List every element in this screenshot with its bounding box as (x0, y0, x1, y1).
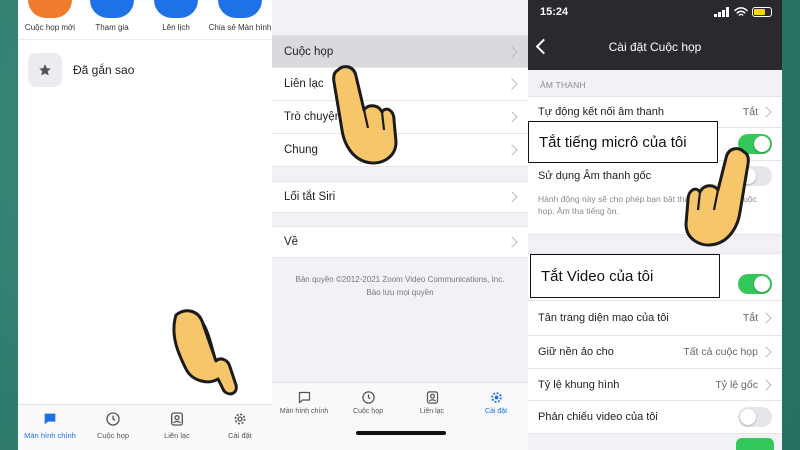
tab-settings[interactable]: Cài đặt (208, 411, 272, 440)
share-screen-label: Chia sẻ Màn hình (208, 23, 272, 32)
chevron-right-icon (506, 45, 518, 58)
mirror-video-toggle[interactable] (738, 407, 772, 427)
battery-icon (752, 7, 772, 17)
signal-icon (714, 7, 729, 17)
chevron-right-icon (760, 346, 772, 358)
home-indicator (356, 431, 446, 435)
tab-meetings[interactable]: Cuộc họp (336, 390, 400, 415)
chevron-right-icon (760, 106, 772, 118)
tab-contacts-label: Liên lạc (419, 408, 445, 415)
pointing-hand-icon (684, 147, 750, 247)
turn-off-video-callout: Tắt Video của tôi (530, 254, 720, 298)
contact-icon (426, 391, 438, 404)
menu-item-contacts-label: Liên lạc (284, 78, 324, 90)
tab-contacts[interactable]: Liên lạc (145, 411, 209, 440)
chevron-right-icon (506, 236, 518, 248)
schedule-label: Lên lịch (162, 23, 190, 32)
starred-contacts-item[interactable]: Đã gắn sao (28, 53, 134, 87)
home-action-bar: Cuộc họp mới Tham gia Lên lịch Chia sẻ M… (18, 0, 272, 40)
chat-bubble-icon (44, 413, 56, 425)
tab-contacts[interactable]: Liên lạc (400, 390, 464, 415)
menu-item-siri-label: Lối tắt Siri (284, 191, 336, 203)
new-meeting-icon (28, 0, 72, 18)
page-title: Cài đặt Cuộc họp (608, 40, 702, 54)
tab-settings-label: Cài đặt (228, 431, 252, 440)
status-bar: 15:24 (528, 0, 782, 26)
tab-home[interactable]: Màn hình chính (18, 411, 82, 440)
tab-home-label: Màn hình chính (279, 408, 329, 415)
tab-settings-label: Cài đặt (484, 408, 508, 415)
tab-settings[interactable]: Cài đặt (464, 390, 528, 415)
schedule-button[interactable]: Lên lịch (144, 0, 208, 32)
touch-up-appearance-row[interactable]: Tân trang diện mạo của tôi Tắt (528, 301, 782, 336)
menu-item-meetings-label: Cuộc họp (284, 45, 334, 58)
tab-contacts-label: Liên lạc (164, 431, 190, 440)
chevron-right-icon (506, 111, 518, 123)
chevron-right-icon (506, 191, 518, 203)
chevron-right-icon (506, 144, 518, 156)
chevron-right-icon (760, 378, 772, 391)
menu-item-about-label: Về (284, 236, 299, 248)
tab-meetings[interactable]: Cuộc họp (81, 411, 145, 440)
join-button[interactable]: Tham gia (80, 0, 144, 32)
clock-icon (106, 412, 120, 426)
gear-icon (234, 413, 246, 425)
chevron-right-icon (506, 78, 518, 90)
share-screen-button[interactable]: Chia sẻ Màn hình (208, 0, 272, 32)
clock-icon (361, 391, 375, 404)
tab-home[interactable]: Màn hình chính (272, 390, 336, 415)
schedule-icon (154, 0, 198, 18)
tab-bar: Màn hình chính Cuộc họp Liên lạc Cài đặt (18, 404, 272, 450)
pointing-hand-icon (172, 309, 238, 396)
join-label: Tham gia (95, 23, 129, 32)
star-icon (28, 53, 62, 87)
wifi-icon (734, 7, 748, 16)
contact-icon (171, 412, 183, 426)
keep-virtual-background-row[interactable]: Giữ nền ảo cho Tất cả cuộc họp (528, 336, 782, 369)
gear-icon (490, 392, 502, 403)
nav-bar: Cài đặt Cuộc họp (528, 26, 782, 70)
tab-home-label: Màn hình chính (24, 431, 76, 440)
menu-item-siri[interactable]: Lối tắt Siri (272, 181, 528, 213)
new-meeting-label: Cuộc họp mới (24, 23, 76, 32)
join-icon (90, 0, 134, 18)
mirror-video-row: Phản chiếu video của tôi (528, 401, 782, 434)
starred-label: Đã gắn sao (73, 63, 135, 77)
pointing-hand-icon (332, 65, 398, 165)
tab-bar: Màn hình chính Cuộc họp Liên lạc Cài đặt (272, 382, 528, 450)
settings-panel: Cuộc họp Liên lạc Trò chuyện Chung Lối t… (272, 0, 528, 450)
copyright-text: Bản quyền ©2012-2021 Zoom Video Communic… (295, 275, 505, 297)
home-screen-panel: Cuộc họp mới Tham gia Lên lịch Chia sẻ M… (18, 0, 272, 450)
tab-meetings-label: Cuộc họp (96, 431, 130, 440)
turn-off-video-toggle[interactable] (738, 274, 772, 294)
status-time: 15:24 (540, 6, 569, 18)
share-screen-icon (218, 0, 262, 18)
tab-meetings-label: Cuộc họp (353, 408, 383, 415)
new-meeting-button[interactable]: Cuộc họp mới (18, 0, 82, 32)
section-header-audio: ÂM THANH (540, 80, 586, 90)
aspect-ratio-row[interactable]: Tỷ lệ khung hình Tỷ lệ gốc (528, 369, 782, 401)
menu-item-about[interactable]: Về (272, 226, 528, 258)
chat-bubble-icon (298, 391, 310, 404)
chevron-right-icon (760, 312, 772, 324)
menu-item-general-label: Chung (284, 144, 318, 156)
meeting-settings-panel: 15:24 Cài đặt Cuộc họp ÂM THANH Tự động … (528, 0, 782, 450)
